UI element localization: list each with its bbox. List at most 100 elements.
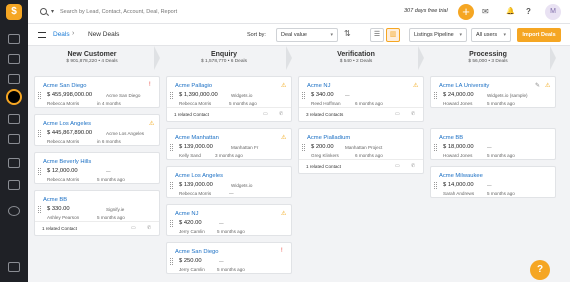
drag-handle-icon[interactable]	[38, 92, 41, 99]
phone-icon[interactable]: ✆	[279, 111, 283, 117]
deal-name[interactable]: Acme LA University	[439, 83, 489, 89]
deal-card[interactable]: Acme Pallagio ⚠ $ 1,390,000.00 Widgets.i…	[166, 76, 292, 122]
search-icon[interactable]	[40, 8, 47, 15]
edit-icon[interactable]	[8, 262, 20, 272]
deal-card[interactable]: Acme San Diego ! $ 455,998,000.00 Acme S…	[34, 76, 160, 108]
deal-card[interactable]: Acme BB $ 330.00 Signify.ie Ashley Pears…	[34, 190, 160, 236]
deal-name[interactable]: Acme NJ	[175, 211, 199, 217]
drag-handle-icon[interactable]	[170, 182, 173, 189]
reports-icon[interactable]	[8, 114, 20, 124]
deal-card[interactable]: Acme BB $ 18,000.00 — Howard Jones 5 mon…	[430, 128, 556, 160]
deal-value: $ 139,000.00	[179, 144, 213, 150]
deal-name[interactable]: Acme San Diego	[43, 83, 87, 89]
phone-icon[interactable]: ✆	[411, 163, 415, 169]
search-scope-chevron-icon[interactable]: ▾	[51, 8, 54, 15]
drag-handle-icon[interactable]	[38, 206, 41, 213]
drag-handle-icon[interactable]	[434, 92, 437, 99]
deal-card[interactable]: Acme San Diego ! $ 250.00 — Jerry Camlin…	[166, 242, 292, 274]
warning-icon: ⚠	[545, 83, 551, 89]
drag-handle-icon[interactable]	[434, 144, 437, 151]
sort-field-select[interactable]: Deal value ▾	[276, 28, 338, 42]
deal-card[interactable]: Acme Los Angeles ⚠ $ 445,867,890.00 Acme…	[34, 114, 160, 146]
drag-handle-icon[interactable]	[302, 92, 305, 99]
deal-name[interactable]: Acme San Diego	[175, 249, 219, 255]
help-chat-button[interactable]: ?	[530, 260, 550, 280]
deal-name[interactable]: Acme Los Angeles	[175, 173, 223, 179]
settings-icon[interactable]	[8, 206, 20, 216]
deal-name[interactable]: Acme Milwaukee	[439, 173, 483, 179]
board-view-button[interactable]: ▥	[386, 28, 400, 42]
deal-card[interactable]: Acme NJ ⚠ $ 420.00 — Jerry Camlin 5 mont…	[166, 204, 292, 236]
deal-card[interactable]: Acme LA University ✎ ⚠ $ 24,000.00 Widge…	[430, 76, 556, 108]
related-contacts-link[interactable]: 1 related Contact	[174, 112, 209, 117]
create-new-button[interactable]: +	[458, 4, 474, 20]
list-view-button[interactable]: ☰	[370, 28, 384, 42]
edit-icon[interactable]: ✎	[535, 82, 540, 89]
stage-header: New Customer $ 901,878,220 • 4 Deals	[28, 46, 160, 70]
home-icon[interactable]	[8, 34, 20, 44]
deal-owner: Howard Jones	[443, 153, 473, 158]
related-contacts-link[interactable]: 3 related Contacts	[306, 112, 343, 117]
deal-value: $ 455,998,000.00	[47, 92, 93, 98]
accounts-icon[interactable]	[8, 74, 20, 84]
deal-name[interactable]: Acme Los Angeles	[43, 121, 91, 127]
stage-header: Verification $ 540 • 2 Deals	[292, 46, 424, 70]
deal-name[interactable]: Acme NJ	[307, 83, 331, 89]
phone-icon[interactable]: ✆	[411, 111, 415, 117]
global-search-input[interactable]	[60, 6, 260, 18]
deal-time: 5 months ago	[487, 153, 515, 158]
messages-icon[interactable]	[8, 180, 20, 190]
drag-handle-icon[interactable]	[434, 182, 437, 189]
related-contacts-link[interactable]: 1 related Contact	[42, 226, 77, 231]
breadcrumb-deals-link[interactable]: Deals	[53, 31, 70, 38]
deal-card[interactable]: Acme NJ ⚠ $ 340.00 — Reed Hoffman 6 mont…	[298, 76, 424, 122]
contacts-icon[interactable]	[8, 54, 20, 64]
deal-owner: Rebecca Morris	[179, 101, 212, 106]
deal-name[interactable]: Acme Beverly Hills	[43, 159, 91, 165]
stage-arrow	[550, 46, 556, 70]
deal-name[interactable]: Acme BB	[43, 197, 67, 203]
app-logo[interactable]: $	[6, 4, 22, 20]
drag-handle-icon[interactable]	[302, 144, 305, 151]
deals-icon[interactable]	[6, 89, 22, 105]
user-avatar[interactable]: M	[545, 4, 561, 20]
deal-card[interactable]: Acme Beverly Hills $ 12,000.00 — Rebecca…	[34, 152, 160, 184]
note-icon[interactable]: ▭	[395, 163, 400, 169]
drag-handle-icon[interactable]	[170, 144, 173, 151]
phone-icon[interactable]: ✆	[147, 225, 151, 231]
drag-handle-icon[interactable]	[170, 258, 173, 265]
help-icon[interactable]: ?	[526, 7, 531, 16]
deal-card[interactable]: Acme Manhattan ⚠ $ 139,000.00 Manhattan …	[166, 128, 292, 160]
deal-name[interactable]: Acme Manhattan	[175, 135, 219, 141]
drag-handle-icon[interactable]	[38, 168, 41, 175]
mail-icon[interactable]: ✉	[482, 7, 489, 16]
deal-account: Acme San Diego	[106, 93, 141, 98]
error-icon: !	[281, 248, 283, 254]
deal-name[interactable]: Acme Pialladium	[307, 135, 350, 141]
deal-time: in 4 months	[97, 101, 121, 106]
drag-handle-icon[interactable]	[170, 220, 173, 227]
note-icon[interactable]: ▭	[395, 111, 400, 117]
deal-card[interactable]: Acme Los Angeles $ 139,000.00 Widgets.io…	[166, 166, 292, 198]
calendar-icon[interactable]	[8, 134, 20, 144]
deal-name[interactable]: Acme BB	[439, 135, 463, 141]
sort-direction-icon[interactable]: ⇅	[344, 29, 351, 38]
deal-time: 5 months ago	[217, 229, 245, 234]
chart-icon[interactable]	[8, 158, 20, 168]
drag-handle-icon[interactable]	[170, 92, 173, 99]
sidebar-toggle-icon[interactable]	[38, 32, 46, 38]
deal-card[interactable]: Acme Pialladium $ 200.00 Manhattan Proje…	[298, 128, 424, 174]
notifications-icon[interactable]: 🔔	[506, 7, 515, 15]
pipeline-select[interactable]: Listings Pipeline ▾	[409, 28, 467, 42]
deal-card[interactable]: Acme Milwaukee $ 14,000.00 — Sarah Andre…	[430, 166, 556, 198]
import-deals-button[interactable]: Import Deals	[517, 28, 561, 42]
stage-summary: $ 540 • 2 Deals	[339, 59, 373, 64]
deal-name[interactable]: Acme Pallagio	[175, 83, 212, 89]
drag-handle-icon[interactable]	[38, 130, 41, 137]
card-footer: 1 related Contact ▭ ✆	[167, 107, 291, 121]
owner-filter-select[interactable]: All users ▾	[471, 28, 511, 42]
note-icon[interactable]: ▭	[263, 111, 268, 117]
stage-column-enquiry: Enquiry $ 1,578,770 • 6 Deals Acme Palla…	[160, 46, 292, 282]
note-icon[interactable]: ▭	[131, 225, 136, 231]
related-contacts-link[interactable]: 1 related Contact	[306, 164, 341, 169]
